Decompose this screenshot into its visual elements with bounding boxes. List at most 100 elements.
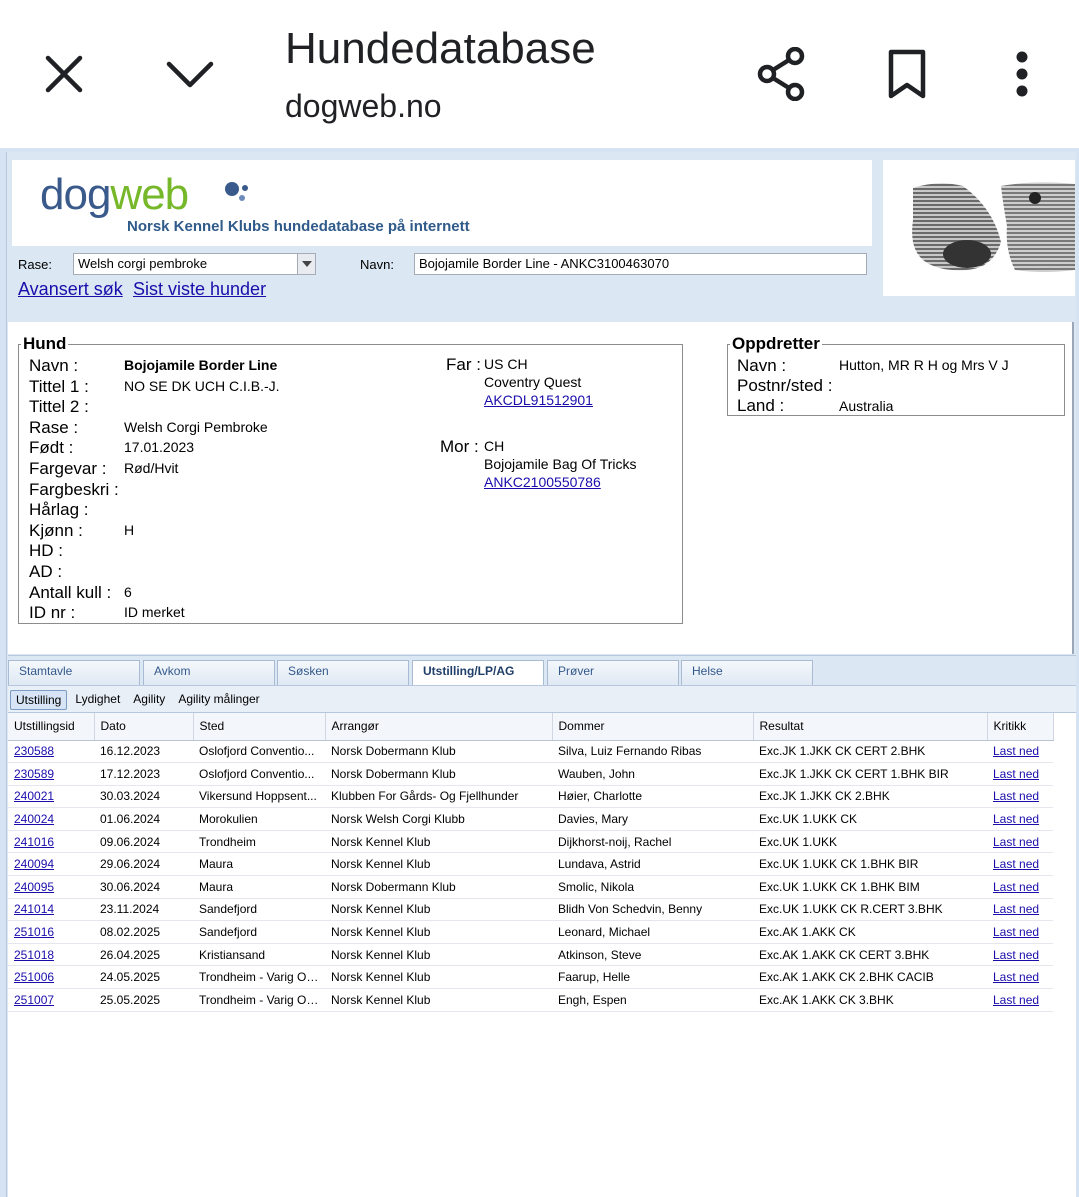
table-cell: 240095: [8, 875, 94, 899]
download-critique-link[interactable]: Last ned: [993, 767, 1039, 781]
tab-prøver[interactable]: Prøver: [547, 660, 679, 685]
table-cell: Davies, Mary: [552, 807, 753, 831]
show-id-link[interactable]: 251006: [14, 970, 54, 984]
hund-field-label: Antall kull :: [29, 582, 112, 602]
table-cell: 241014: [8, 898, 94, 922]
download-critique-link[interactable]: Last ned: [993, 902, 1039, 916]
mor-title: CH: [484, 438, 505, 454]
column-header[interactable]: Resultat: [753, 713, 988, 741]
hund-field-value: ID merket: [124, 604, 185, 621]
show-id-link[interactable]: 251007: [14, 993, 54, 1007]
download-critique-link[interactable]: Last ned: [993, 948, 1039, 962]
table-cell: Last ned: [987, 807, 1053, 831]
download-critique-link[interactable]: Last ned: [993, 835, 1039, 849]
show-id-link[interactable]: 240024: [14, 812, 54, 826]
table-row: 230589 17.12.2023 Oslofjord Conventio... No…: [8, 762, 1053, 786]
table-cell: Norsk Welsh Corgi Klubb: [325, 807, 552, 831]
dogweb-logo[interactable]: dogweb: [40, 170, 189, 220]
tab-helse[interactable]: Helse: [681, 660, 813, 685]
show-id-link[interactable]: 240021: [14, 789, 54, 803]
subtab-utstilling[interactable]: Utstilling: [10, 690, 68, 710]
show-id-link[interactable]: 251016: [14, 925, 54, 939]
show-id-link[interactable]: 241014: [14, 902, 54, 916]
download-critique-link[interactable]: Last ned: [993, 970, 1039, 984]
table-row: 240021 30.03.2024 Vikersund Hoppsent... Klu…: [8, 785, 1053, 809]
table-row: 241014 23.11.2024 Sandefjord Norsk Kennel K…: [8, 898, 1053, 922]
tab-utstilling-lp-ag[interactable]: Utstilling/LP/AG: [412, 660, 544, 686]
table-cell: 26.04.2025: [94, 943, 193, 967]
tab-avkom[interactable]: Avkom: [143, 660, 275, 685]
navn-input[interactable]: Bojojamile Border Line - ANKC3100463070: [414, 253, 867, 275]
results-table: Utstillingsid Dato Sted Arrangør Dommer Resul…: [8, 713, 1076, 1197]
page-url[interactable]: dogweb.no: [285, 88, 442, 125]
show-id-link[interactable]: 230589: [14, 767, 54, 781]
show-id-link[interactable]: 251018: [14, 948, 54, 962]
advanced-search-link[interactable]: Avansert søk: [18, 279, 123, 300]
column-header[interactable]: Sted: [193, 713, 326, 741]
hund-field-value: 17.01.2023: [124, 439, 195, 456]
column-header[interactable]: Dommer: [552, 713, 754, 741]
download-critique-link[interactable]: Last ned: [993, 880, 1039, 894]
hund-field-label: HD :: [29, 541, 63, 561]
table-cell: Norsk Kennel Klub: [325, 943, 552, 967]
mor-reg-link[interactable]: ANKC2100550786: [484, 474, 601, 490]
table-cell: Norsk Kennel Klub: [325, 965, 552, 990]
column-header[interactable]: Kritikk: [987, 713, 1054, 741]
table-cell: Last ned: [987, 830, 1053, 854]
table-cell: 08.02.2025: [94, 920, 193, 944]
table-cell: Last ned: [987, 875, 1053, 899]
rase-select[interactable]: Welsh corgi pembroke: [73, 253, 316, 275]
far-title: US CH: [484, 356, 528, 372]
table-cell: Smolic, Nikola: [552, 875, 753, 899]
close-icon[interactable]: [34, 44, 94, 104]
show-id-link[interactable]: 241016: [14, 835, 54, 849]
hund-field-value: NO SE DK UCH C.I.B.-J.: [124, 377, 280, 394]
table-cell: Vikersund Hoppsent...: [193, 785, 325, 809]
download-critique-link[interactable]: Last ned: [993, 744, 1039, 758]
table-cell: Oslofjord Conventio...: [193, 762, 325, 786]
dog-photo: [883, 160, 1075, 296]
show-id-link[interactable]: 240095: [14, 880, 54, 894]
subtab-bar: Utstilling Lydighet Agility Agility målinge…: [8, 685, 1076, 713]
table-cell: Lundava, Astrid: [552, 852, 753, 877]
table-row: 251016 08.02.2025 Sandefjord Norsk Kennel K…: [8, 920, 1053, 944]
table-cell: 251007: [8, 988, 94, 1012]
show-id-link[interactable]: 230588: [14, 744, 54, 758]
share-icon[interactable]: [752, 44, 812, 104]
download-critique-link[interactable]: Last ned: [993, 925, 1039, 939]
download-critique-link[interactable]: Last ned: [993, 857, 1039, 871]
table-row: 230588 16.12.2023 Oslofjord Conventio... No…: [8, 740, 1053, 764]
table-cell: 240094: [8, 852, 94, 877]
table-cell: Leonard, Michael: [552, 920, 753, 944]
download-critique-link[interactable]: Last ned: [993, 993, 1039, 1007]
recent-dogs-link[interactable]: Sist viste hunder: [133, 279, 266, 300]
hund-field-value: Welsh Corgi Pembroke: [124, 418, 268, 435]
table-cell: 241016: [8, 830, 94, 854]
far-reg-link[interactable]: AKCDL91512901: [484, 392, 593, 408]
tab-stamtavle[interactable]: Stamtavle: [8, 660, 140, 685]
table-cell: Exc.UK 1.UKK: [753, 830, 987, 854]
table-cell: Last ned: [987, 852, 1053, 877]
show-id-link[interactable]: 240094: [14, 857, 54, 871]
subtab-agility-målinger[interactable]: Agility målinger: [173, 690, 264, 710]
table-cell: Exc.UK 1.UKK CK 1.BHK BIM: [753, 875, 987, 899]
table-cell: Engh, Espen: [552, 988, 753, 1012]
column-header[interactable]: Utstillingsid: [8, 713, 95, 741]
column-header[interactable]: Arrangør: [325, 713, 553, 741]
bookmark-icon[interactable]: [877, 44, 937, 104]
chevron-down-icon[interactable]: [297, 254, 315, 274]
subtab-lydighet[interactable]: Lydighet: [70, 690, 125, 710]
subtab-agility[interactable]: Agility: [128, 690, 170, 710]
tab-søsken[interactable]: Søsken: [277, 660, 409, 685]
table-cell: Morokulien: [193, 807, 325, 831]
table-row: 241016 09.06.2024 Trondheim Norsk Kennel Kl…: [8, 830, 1053, 854]
column-header[interactable]: Dato: [94, 713, 194, 741]
page-title: Hundedatabase: [285, 24, 596, 73]
table-cell: Norsk Dobermann Klub: [325, 875, 552, 899]
download-critique-link[interactable]: Last ned: [993, 812, 1039, 826]
chevron-down-icon[interactable]: [160, 44, 220, 104]
table-cell: Trondheim: [193, 830, 325, 854]
table-cell: Maura: [193, 852, 325, 877]
more-vert-icon[interactable]: [992, 44, 1052, 104]
download-critique-link[interactable]: Last ned: [993, 789, 1039, 803]
